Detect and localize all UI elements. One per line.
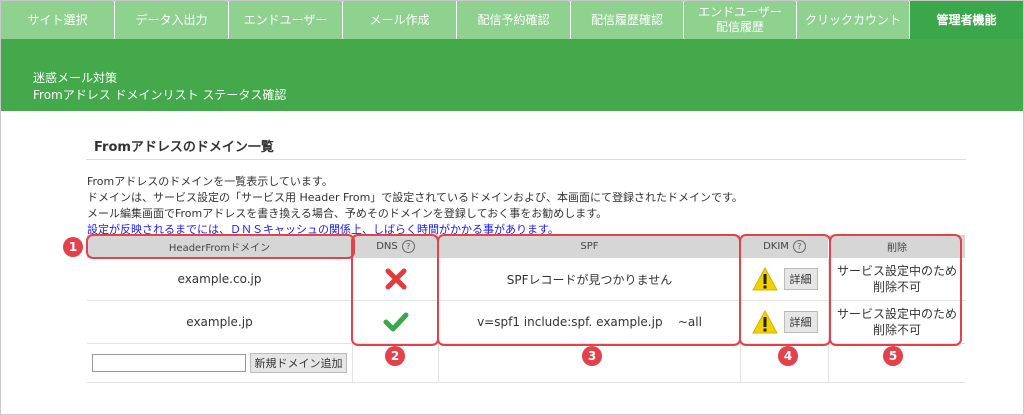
- nav-click-count[interactable]: クリックカウント: [797, 1, 910, 39]
- header-dns-label: DNS: [376, 241, 398, 252]
- nav-data-io[interactable]: データ入出力: [115, 1, 229, 39]
- header-dkim: DKIM?: [741, 235, 829, 258]
- description-line: ドメインは、サービス設定の「サービス用 Header From」で設定されている…: [87, 191, 743, 204]
- warning-icon: [751, 267, 778, 291]
- header-spf-label: SPF: [580, 241, 599, 252]
- nav-delivery-schedule[interactable]: 配信予約確認: [457, 1, 571, 39]
- description-line: Fromアドレスのドメインを一覧表示しています。: [87, 175, 333, 188]
- description-line: メール編集画面でFromアドレスを書き換える場合、予めそのドメインを登録しておく…: [87, 207, 608, 220]
- help-circle-icon[interactable]: ?: [401, 240, 415, 253]
- top-nav: サイト選択 データ入出力 エンドユーザー メール作成 配信予約確認 配信履歴確認…: [1, 1, 1023, 39]
- dns-status-cell: [353, 258, 439, 301]
- dkim-status-cell: 詳細: [741, 258, 829, 301]
- cross-icon: [385, 268, 406, 290]
- header-dns: DNS?: [353, 235, 439, 258]
- nav-end-user[interactable]: エンドユーザー: [229, 1, 343, 39]
- dkim-status-cell: 詳細: [741, 301, 829, 344]
- callout-badge: 1: [63, 237, 83, 257]
- table-row-domain: example.co.jp: [87, 258, 353, 301]
- nav-delivery-history[interactable]: 配信履歴確認: [571, 1, 684, 39]
- help-circle-icon[interactable]: ?: [792, 240, 806, 253]
- table-bottom-border: [87, 382, 965, 383]
- section-divider: [86, 159, 966, 160]
- header-spf: SPF: [439, 235, 741, 258]
- dkim-detail-button[interactable]: 詳細: [783, 311, 818, 333]
- nav-end-user-history[interactable]: エンドユーザー 配信履歴: [684, 1, 797, 39]
- header-delete-label: 削除: [887, 243, 907, 254]
- dkim-detail-button[interactable]: 詳細: [783, 268, 818, 290]
- callout-badge: 2: [385, 346, 405, 366]
- header-dkim-label: DKIM: [763, 241, 789, 252]
- callout-badge: 4: [778, 346, 798, 366]
- callout-badge: 5: [883, 346, 903, 366]
- header-domain-label: HeaderFromドメイン: [168, 243, 271, 254]
- new-domain-input[interactable]: [92, 354, 246, 372]
- nav-site-select[interactable]: サイト選択: [1, 1, 115, 39]
- page-banner: 迷惑メール対策 Fromアドレス ドメインリスト ステータス確認: [1, 39, 1023, 111]
- nav-admin[interactable]: 管理者機能: [910, 1, 1023, 39]
- callout-badge: 3: [582, 346, 602, 366]
- warning-icon: [751, 310, 778, 334]
- page: サイト選択 データ入出力 エンドユーザー メール作成 配信予約確認 配信履歴確認…: [0, 0, 1024, 415]
- add-domain-button[interactable]: 新規ドメイン追加: [250, 353, 347, 373]
- delete-status-cell: サービス設定中のため 削除不可: [829, 301, 965, 344]
- page-title: Fromアドレス ドメインリスト ステータス確認: [33, 88, 287, 102]
- header-domain: HeaderFromドメイン: [87, 235, 353, 258]
- table-row-domain: example.jp: [87, 301, 353, 344]
- dns-status-cell: [353, 301, 439, 344]
- nav-mail-create[interactable]: メール作成: [343, 1, 457, 39]
- delete-status-cell: サービス設定中のため 削除不可: [829, 258, 965, 301]
- banner-category: 迷惑メール対策: [33, 71, 118, 85]
- spf-record-cell: SPFレコードが見つかりません: [439, 258, 741, 301]
- check-icon: [383, 312, 408, 332]
- section-title: Fromアドレスのドメイン一覧: [94, 140, 274, 155]
- spf-record-cell: v=spf1 include:spf. example.jp ~all: [439, 301, 741, 344]
- header-delete: 削除: [829, 235, 965, 258]
